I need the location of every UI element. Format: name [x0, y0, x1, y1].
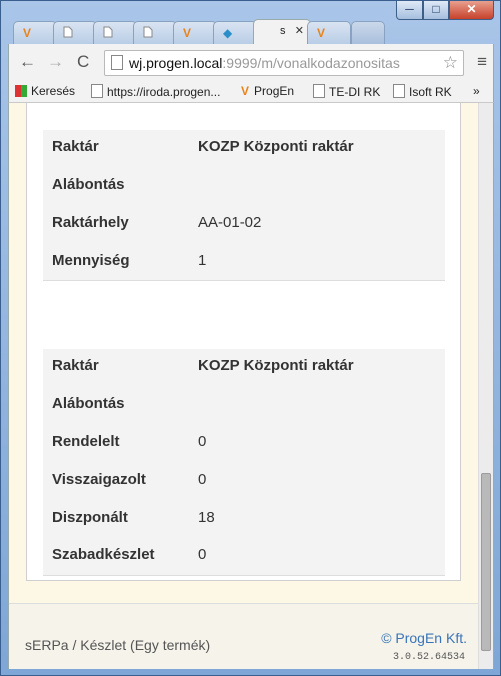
url-path: :9999/m/vonalkodazonositas: [222, 55, 400, 71]
browser-toolbar: ← → C wj.progen.local:9999/m/vonalkodazo…: [8, 44, 494, 81]
row-value: KOZP Központi raktár: [198, 138, 354, 155]
content-panel: Raktár KOZP Központi raktár Alábontás Rak…: [26, 103, 461, 581]
row-label: Szabadkészlet: [52, 546, 155, 563]
row-label: Alábontás: [52, 176, 125, 193]
copyright-link[interactable]: © ProgEn Kft.: [381, 630, 467, 646]
document-icon: [103, 26, 113, 41]
address-bar[interactable]: wj.progen.local:9999/m/vonalkodazonosita…: [104, 50, 464, 76]
tab-doc-1[interactable]: [53, 21, 97, 44]
tab-doc-3[interactable]: [133, 21, 177, 44]
minimize-button[interactable]: ─: [396, 1, 423, 20]
row-value: 0: [198, 471, 207, 488]
row-label: Raktár: [52, 357, 99, 374]
row-label: Mennyiség: [52, 252, 130, 269]
tab-strip: V V ◆ s ✕ V: [13, 19, 393, 44]
tab-app[interactable]: ◆: [213, 21, 257, 44]
bookmark-label: https://iroda.progen...: [107, 85, 221, 99]
row-value: 18: [198, 509, 215, 526]
progen-v-icon: V: [241, 84, 250, 98]
page-viewport: Raktár KOZP Központi raktár Alábontás Rak…: [8, 103, 494, 669]
browser-window: ─ □ ✕ V V ◆ s ✕ V ← → C wj.progen.local:…: [0, 0, 501, 676]
vertical-scrollbar[interactable]: [478, 103, 493, 669]
progen-v-icon: V: [317, 26, 326, 40]
bookmarks-bar: Keresés https://iroda.progen... V ProgEn …: [8, 81, 494, 103]
row-label: Diszponált: [52, 509, 128, 526]
progen-v-icon: V: [23, 26, 32, 40]
document-icon: [91, 84, 103, 98]
tab-active[interactable]: s ✕: [253, 19, 311, 44]
page-footer: sERPa / Készlet (Egy termék) © ProgEn Kf…: [9, 603, 479, 669]
row-value: 1: [198, 252, 207, 269]
bookmark-star-icon[interactable]: ☆: [443, 53, 458, 73]
app-icon: ◆: [223, 26, 233, 40]
bookmark-tedi[interactable]: TE-DI RK: [313, 84, 380, 99]
row-value: AA-01-02: [198, 214, 262, 231]
document-icon: [313, 84, 325, 98]
tab-progen-2[interactable]: V: [173, 21, 217, 44]
stock-card-location: Raktár KOZP Központi raktár Alábontás Rak…: [43, 130, 445, 281]
bookmark-iroda[interactable]: https://iroda.progen...: [91, 84, 220, 99]
stock-card-quantities: Raktár KOZP Központi raktár Alábontás Ren…: [43, 349, 445, 576]
bookmarks-overflow[interactable]: »: [473, 84, 480, 98]
bookmark-kereses[interactable]: Keresés: [15, 84, 75, 98]
detail-row: Diszponált 18: [52, 509, 215, 529]
row-label: Rendelelt: [52, 433, 120, 450]
breadcrumb: sERPa / Készlet (Egy termék): [25, 637, 211, 653]
tab-progen-3[interactable]: V: [307, 21, 351, 44]
row-label: Alábontás: [52, 395, 125, 412]
detail-row: Mennyiség 1: [52, 252, 206, 272]
row-label: Raktár: [52, 138, 99, 155]
detail-row: Raktárhely AA-01-02: [52, 214, 261, 234]
tab-title: s: [280, 25, 286, 37]
detail-row: Raktár KOZP Központi raktár: [52, 357, 354, 377]
bookmark-label: Isoft RK: [409, 85, 452, 99]
bookmark-label: ProgEn: [254, 84, 295, 98]
bookmark-label: Keresés: [31, 84, 76, 98]
page-icon: [111, 55, 123, 70]
row-value: 0: [198, 546, 207, 563]
version-label: 3.0.52.64534: [392, 652, 465, 663]
reload-icon[interactable]: C: [77, 52, 89, 72]
scrollbar-thumb[interactable]: [481, 473, 491, 651]
document-icon: [143, 26, 153, 41]
detail-row: Raktár KOZP Központi raktár: [52, 138, 354, 158]
bookmark-progen[interactable]: V ProgEn: [241, 84, 294, 98]
bookmark-label: TE-DI RK: [329, 85, 381, 99]
close-tab-icon[interactable]: ✕: [295, 24, 304, 37]
url-domain: wj.progen.local: [129, 55, 223, 71]
document-icon: [393, 84, 405, 98]
row-value: KOZP Központi raktár: [198, 357, 354, 374]
document-icon: [63, 26, 73, 41]
new-tab-button[interactable]: [351, 21, 385, 44]
row-value: 0: [198, 433, 207, 450]
menu-icon[interactable]: ≡: [477, 52, 487, 72]
grid-icon: [15, 85, 27, 97]
bookmark-isoft[interactable]: Isoft RK: [393, 84, 452, 99]
row-label: Visszaigazolt: [52, 471, 146, 488]
maximize-button[interactable]: □: [423, 1, 449, 20]
row-label: Raktárhely: [52, 214, 129, 231]
progen-v-icon: V: [183, 26, 192, 40]
detail-row: Alábontás: [52, 176, 125, 196]
detail-row: Visszaigazolt 0: [52, 471, 206, 491]
tab-progen-1[interactable]: V: [13, 21, 57, 44]
close-window-button[interactable]: ✕: [449, 1, 494, 20]
tab-doc-2[interactable]: [93, 21, 137, 44]
detail-row: Alábontás: [52, 395, 125, 415]
forward-icon[interactable]: →: [47, 52, 64, 72]
detail-row: Szabadkészlet 0: [52, 546, 206, 566]
detail-row: Rendelelt 0: [52, 433, 206, 453]
back-icon[interactable]: ←: [19, 52, 36, 72]
